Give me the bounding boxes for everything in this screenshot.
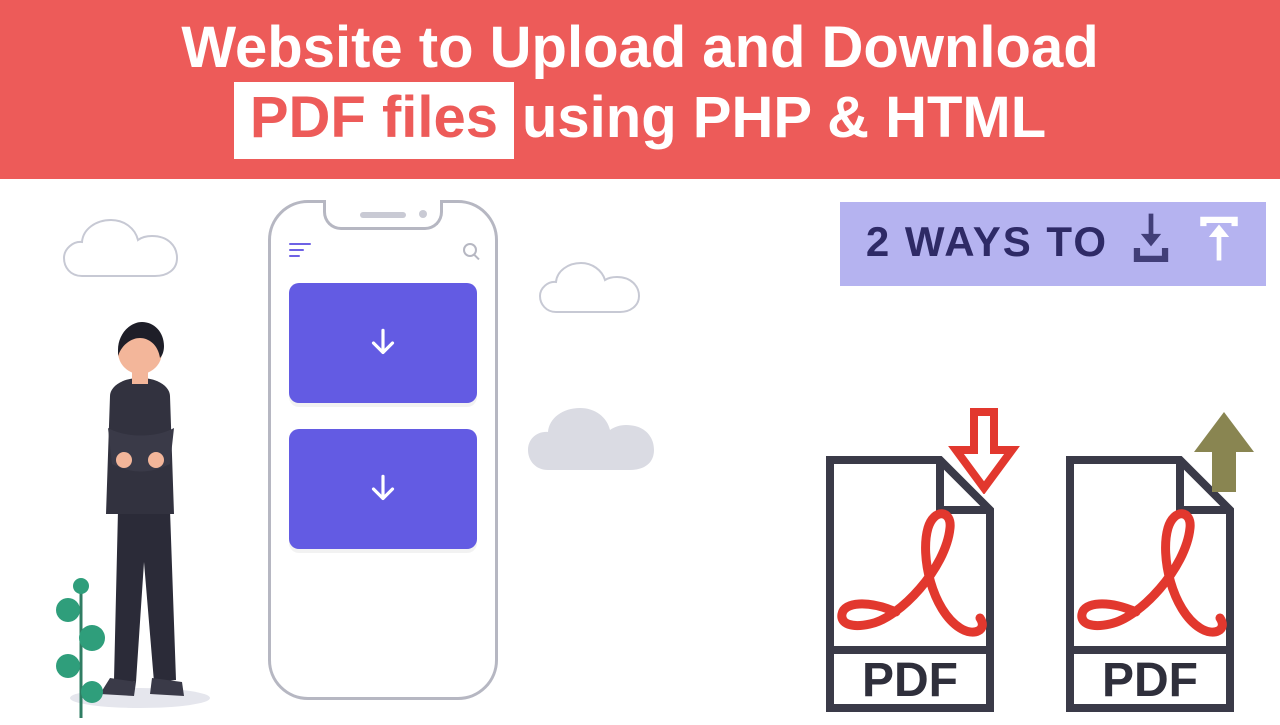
ways-badge-wrap: 2 WAYS TO bbox=[840, 202, 1266, 286]
phone-notch bbox=[323, 200, 443, 230]
download-card bbox=[289, 283, 477, 403]
phone-mockup bbox=[268, 200, 498, 700]
phone-topbar bbox=[289, 243, 477, 257]
search-icon bbox=[463, 243, 477, 257]
ways-badge: 2 WAYS TO bbox=[840, 202, 1266, 286]
arrow-down-icon bbox=[364, 470, 402, 508]
title-pill: PDF files bbox=[234, 82, 514, 158]
upload-arrow-icon bbox=[1188, 408, 1260, 499]
title-line-2: PDF filesusing PHP & HTML bbox=[0, 82, 1280, 158]
upload-icon bbox=[1194, 212, 1244, 272]
camera-dot-icon bbox=[419, 210, 427, 218]
phone-cards bbox=[289, 283, 477, 575]
cloud-icon bbox=[62, 218, 197, 288]
arrow-down-icon bbox=[364, 324, 402, 362]
plant-illustration bbox=[46, 570, 116, 725]
pdf-pair: PDF PDF bbox=[810, 454, 1250, 719]
hamburger-icon bbox=[289, 243, 311, 257]
pdf-upload-block: PDF bbox=[1050, 454, 1250, 719]
cloud-icon bbox=[526, 404, 676, 484]
cloud-icon bbox=[538, 260, 658, 324]
title-banner: Website to Upload and Download PDF files… bbox=[0, 0, 1280, 179]
download-card bbox=[289, 429, 477, 549]
download-icon bbox=[1126, 212, 1176, 272]
title-line-1: Website to Upload and Download bbox=[0, 14, 1280, 82]
speaker-icon bbox=[360, 212, 406, 218]
pdf-label: PDF bbox=[862, 654, 958, 707]
title-line-2-rest: using PHP & HTML bbox=[522, 85, 1046, 150]
ways-badge-text: 2 WAYS TO bbox=[866, 218, 1108, 266]
download-arrow-icon bbox=[948, 408, 1020, 499]
pdf-label: PDF bbox=[1102, 654, 1198, 707]
pdf-download-block: PDF bbox=[810, 454, 1010, 719]
